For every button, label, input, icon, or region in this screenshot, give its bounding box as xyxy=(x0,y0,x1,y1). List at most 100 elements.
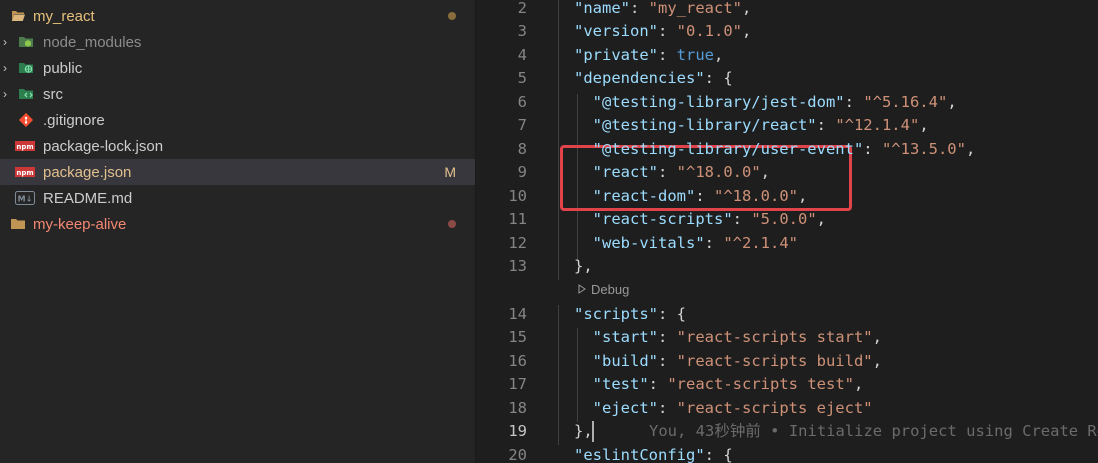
code-text: "web-vitals": "^2.1.4" xyxy=(574,232,798,256)
code-line[interactable]: 18 "eject": "react-scripts eject" xyxy=(477,397,1098,421)
explorer-sidebar: my_react › node_modules › public › src .… xyxy=(0,0,476,463)
code-text: "@testing-library/jest-dom": "^5.16.4", xyxy=(574,91,957,115)
code-token: , xyxy=(816,210,826,228)
tree-item-my-keep-alive[interactable]: my-keep-alive xyxy=(0,211,475,237)
code-line[interactable]: 15 "start": "react-scripts start", xyxy=(477,326,1098,350)
code-token: , xyxy=(947,93,957,111)
code-token: : xyxy=(816,116,836,134)
code-token: : xyxy=(648,375,668,393)
code-token: "eslintConfig" xyxy=(574,446,705,463)
line-number: 20 xyxy=(508,446,527,463)
code-token: "@testing-library/react" xyxy=(592,116,817,134)
code-text: "build": "react-scripts build", xyxy=(574,350,882,374)
code-token: "^13.5.0" xyxy=(881,140,966,158)
code-line[interactable]: 6 "@testing-library/jest-dom": "^5.16.4"… xyxy=(477,91,1098,115)
code-line[interactable]: 19}, You, 43秒钟前 • Initialize project usin… xyxy=(477,420,1098,444)
code-line[interactable]: 9 "react": "^18.0.0", xyxy=(477,161,1098,185)
code-token: , xyxy=(919,116,929,134)
code-text: "@testing-library/react": "^12.1.4", xyxy=(574,114,929,138)
tree-item-label: my_react xyxy=(33,7,95,25)
code-line[interactable]: 8 "@testing-library/user-event": "^13.5.… xyxy=(477,138,1098,162)
tree-item-public[interactable]: › public xyxy=(0,55,475,81)
node-folder-icon xyxy=(18,34,35,50)
debug-codelens[interactable]: Debug xyxy=(577,282,629,297)
code-line[interactable]: 16 "build": "react-scripts build", xyxy=(477,350,1098,374)
code-token: true xyxy=(676,46,714,64)
code-token: "react-dom" xyxy=(592,187,696,205)
tree-item-gitignore[interactable]: .gitignore xyxy=(0,107,475,133)
code-text: "eject": "react-scripts eject" xyxy=(574,397,873,421)
chevron-right-icon: › xyxy=(3,35,7,49)
line-number: 15 xyxy=(508,328,527,346)
code-text: "private": true, xyxy=(574,44,723,68)
tree-item-readme[interactable]: M↓ README.md xyxy=(0,185,475,211)
code-line[interactable]: 2 "name": "my_react", xyxy=(477,0,1098,21)
line-number: 14 xyxy=(508,305,527,323)
code-line[interactable]: 5 "dependencies": { xyxy=(477,67,1098,91)
tree-item-label: .gitignore xyxy=(43,111,105,129)
code-token: "react-scripts test" xyxy=(667,375,854,393)
line-number: 9 xyxy=(517,163,527,181)
code-token: "react-scripts build" xyxy=(676,352,873,370)
code-line[interactable]: 7 "@testing-library/react": "^12.1.4", xyxy=(477,114,1098,138)
svg-text:npm: npm xyxy=(16,143,33,151)
code-line[interactable]: 10 "react-dom": "^18.0.0", xyxy=(477,185,1098,209)
code-token: : xyxy=(658,22,677,40)
code-text: "react": "^18.0.0", xyxy=(574,161,770,185)
tree-item-my-react[interactable]: my_react xyxy=(0,3,475,29)
code-token: : xyxy=(658,352,677,370)
code-line[interactable]: 4 "private": true, xyxy=(477,44,1098,68)
line-number: 5 xyxy=(517,69,527,87)
code-token: : xyxy=(704,234,724,252)
code-token: "name" xyxy=(574,0,630,17)
tree-item-node-modules[interactable]: › node_modules xyxy=(0,29,475,55)
tree-item-src[interactable]: › src xyxy=(0,81,475,107)
code-token: : xyxy=(844,93,864,111)
line-number: 2 xyxy=(517,0,527,17)
code-token: "react-scripts" xyxy=(592,210,733,228)
code-token: : xyxy=(658,163,677,181)
code-token: "web-vitals" xyxy=(592,234,705,252)
tree-item-label: public xyxy=(43,59,83,77)
npm-icon: npm xyxy=(15,141,35,151)
modified-dot-icon xyxy=(448,12,456,20)
codelens-label: Debug xyxy=(591,282,630,297)
code-line[interactable]: 14 "scripts": { xyxy=(477,303,1098,327)
code-token: : xyxy=(863,140,882,158)
code-token: "^2.1.4" xyxy=(723,234,798,252)
code-token: , xyxy=(872,352,882,370)
code-token: : { xyxy=(704,446,733,463)
line-number: 6 xyxy=(517,93,527,111)
tree-item-package-lock[interactable]: npm package-lock.json xyxy=(0,133,475,159)
code-token: : xyxy=(658,46,677,64)
line-number: 12 xyxy=(508,234,527,252)
code-token: "test" xyxy=(592,375,649,393)
line-number: 19 xyxy=(508,422,527,440)
code-text: "@testing-library/user-event": "^13.5.0"… xyxy=(574,138,976,162)
code-line[interactable]: 13}, xyxy=(477,255,1098,279)
npm-icon: npm xyxy=(15,167,35,177)
git-icon xyxy=(18,112,34,128)
code-token: , xyxy=(965,140,976,158)
text-cursor xyxy=(592,421,594,442)
code-line[interactable]: 17 "test": "react-scripts test", xyxy=(477,373,1098,397)
code-token: "0.1.0" xyxy=(676,22,742,40)
line-number: 17 xyxy=(508,375,527,393)
code-token: : xyxy=(695,187,714,205)
code-line[interactable]: 12 "web-vitals": "^2.1.4" xyxy=(477,232,1098,256)
code-token: "eject" xyxy=(592,399,658,417)
tree-item-label: src xyxy=(43,85,63,103)
tree-item-package-json[interactable]: npm package.json M xyxy=(0,159,475,185)
code-line[interactable]: 3 "version": "0.1.0", xyxy=(477,20,1098,44)
code-text: "scripts": { xyxy=(574,303,686,327)
public-folder-icon xyxy=(18,60,35,76)
code-line[interactable]: 11 "react-scripts": "5.0.0", xyxy=(477,208,1098,232)
code-editor[interactable]: Debug 2 "name": "my_react", 3 "version": "0… xyxy=(477,0,1098,463)
tree-item-label: README.md xyxy=(43,189,133,207)
code-line[interactable]: 20 "eslintConfig": { xyxy=(477,444,1098,463)
